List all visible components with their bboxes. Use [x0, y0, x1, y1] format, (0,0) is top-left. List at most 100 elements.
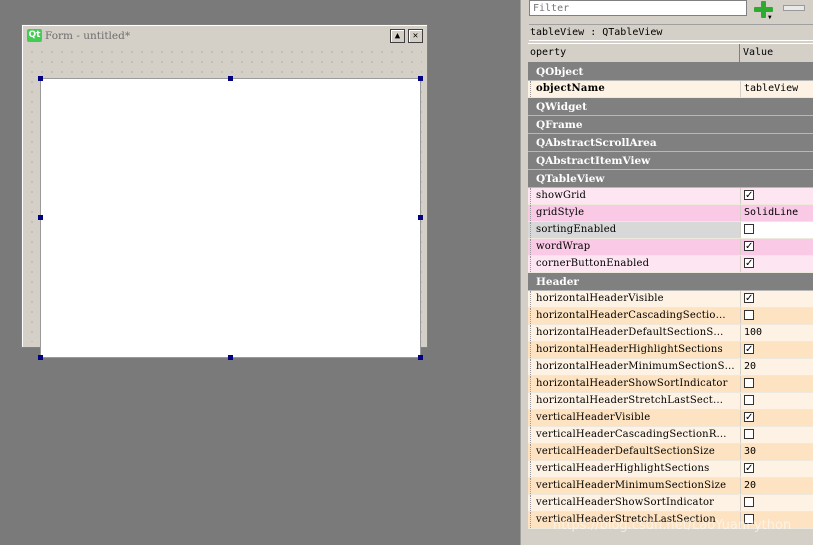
- property-table: operty Value QObject objectName tableView Q…: [528, 43, 813, 529]
- checkbox-checked[interactable]: [744, 461, 754, 477]
- property-group-header[interactable]: QAbstractScrollArea: [528, 134, 813, 152]
- property-group-header[interactable]: QFrame: [528, 116, 813, 134]
- property-value[interactable]: [741, 427, 813, 443]
- checkbox-unchecked[interactable]: [744, 224, 754, 234]
- property-group-header[interactable]: Header: [528, 273, 813, 291]
- qt-logo-icon: Qt: [27, 29, 42, 42]
- checkbox-unchecked[interactable]: [744, 497, 754, 507]
- property-value[interactable]: [741, 393, 813, 409]
- resize-handle-top[interactable]: [228, 76, 233, 81]
- property-group-header[interactable]: QObject: [528, 63, 813, 81]
- property-name: wordWrap: [528, 239, 741, 255]
- resize-handle-left[interactable]: [38, 215, 43, 220]
- property-value[interactable]: [741, 256, 813, 272]
- form-titlebar[interactable]: Qt Form - untitled* ▲ ✕: [24, 27, 425, 45]
- property-row[interactable]: horizontalHeaderDefaultSectionS… 100: [528, 325, 813, 342]
- property-value[interactable]: [741, 291, 813, 307]
- property-name: horizontalHeaderDefaultSectionS…: [528, 325, 741, 341]
- checkbox-checked[interactable]: [744, 410, 754, 426]
- remove-property-button[interactable]: [783, 5, 805, 11]
- resize-handle-right[interactable]: [418, 215, 423, 220]
- property-group-header[interactable]: QWidget: [528, 98, 813, 116]
- checkbox-unchecked[interactable]: [744, 378, 754, 388]
- property-name: objectName: [528, 81, 741, 97]
- checkbox-checked[interactable]: [744, 256, 754, 272]
- property-row[interactable]: horizontalHeaderCascadingSectio…: [528, 308, 813, 325]
- resize-handle-bottom-right[interactable]: [418, 355, 423, 360]
- checkbox-checked[interactable]: [744, 342, 754, 358]
- property-row[interactable]: sortingEnabled: [528, 222, 813, 239]
- property-value[interactable]: 20: [741, 478, 813, 494]
- property-row[interactable]: horizontalHeaderHighlightSections: [528, 342, 813, 359]
- form-canvas[interactable]: [27, 47, 423, 360]
- property-row[interactable]: verticalHeaderMinimumSectionSize 20: [528, 478, 813, 495]
- property-row[interactable]: horizontalHeaderStretchLastSect…: [528, 393, 813, 410]
- property-row[interactable]: verticalHeaderCascadingSectionR…: [528, 427, 813, 444]
- property-editor-dock: ▼ tableView : QTableView operty Value QO…: [520, 0, 813, 545]
- property-row[interactable]: verticalHeaderShowSortIndicator: [528, 495, 813, 512]
- close-button[interactable]: ✕: [408, 29, 423, 43]
- property-table-header: operty Value: [528, 43, 813, 63]
- add-property-button[interactable]: ▼: [753, 0, 775, 21]
- checkbox-unchecked[interactable]: [744, 395, 754, 405]
- restore-button[interactable]: ▲: [390, 29, 405, 43]
- property-row[interactable]: wordWrap: [528, 239, 813, 256]
- watermark: https://blog.csdn.net/LaoYuanPython: [553, 518, 792, 533]
- checkbox-checked[interactable]: [744, 291, 754, 307]
- property-value[interactable]: [741, 239, 813, 255]
- resize-handle-bottom[interactable]: [228, 355, 233, 360]
- property-name: cornerButtonEnabled: [528, 256, 741, 272]
- resize-handle-top-right[interactable]: [418, 76, 423, 81]
- property-value[interactable]: 30: [741, 444, 813, 460]
- property-row[interactable]: horizontalHeaderVisible: [528, 291, 813, 308]
- property-value[interactable]: 20: [741, 359, 813, 375]
- resize-handle-bottom-left[interactable]: [38, 355, 43, 360]
- checkbox-unchecked[interactable]: [744, 429, 754, 439]
- property-value[interactable]: tableView: [741, 81, 813, 97]
- property-rows: QObject objectName tableView QWidget QFrame Q…: [528, 63, 813, 529]
- checkbox-checked[interactable]: [744, 188, 754, 204]
- property-name: horizontalHeaderVisible: [528, 291, 741, 307]
- property-name: horizontalHeaderMinimumSectionS…: [528, 359, 741, 375]
- resize-handle-top-left[interactable]: [38, 76, 43, 81]
- property-row[interactable]: verticalHeaderVisible: [528, 410, 813, 427]
- property-name: verticalHeaderHighlightSections: [528, 461, 741, 477]
- property-value[interactable]: [741, 376, 813, 392]
- checkbox-unchecked[interactable]: [744, 310, 754, 320]
- property-value[interactable]: [741, 188, 813, 204]
- dropdown-arrow-icon: ▼: [768, 14, 772, 21]
- property-group-header[interactable]: QTableView: [528, 170, 813, 188]
- property-value[interactable]: [741, 410, 813, 426]
- property-group-header[interactable]: QAbstractItemView: [528, 152, 813, 170]
- property-value[interactable]: SolidLine: [741, 205, 813, 221]
- property-value[interactable]: 100: [741, 325, 813, 341]
- property-column-header[interactable]: operty: [528, 44, 740, 62]
- property-name: horizontalHeaderHighlightSections: [528, 342, 741, 358]
- property-name: showGrid: [528, 188, 741, 204]
- property-row[interactable]: verticalHeaderDefaultSectionSize 30: [528, 444, 813, 461]
- property-name: horizontalHeaderStretchLastSect…: [528, 393, 741, 409]
- table-view-widget[interactable]: [40, 78, 421, 358]
- checkbox-checked[interactable]: [744, 239, 754, 255]
- property-value[interactable]: [741, 308, 813, 324]
- property-row[interactable]: showGrid: [528, 188, 813, 205]
- property-row[interactable]: objectName tableView: [528, 81, 813, 98]
- value-column-header[interactable]: Value: [740, 44, 813, 62]
- property-name: verticalHeaderDefaultSectionSize: [528, 444, 741, 460]
- property-row[interactable]: cornerButtonEnabled: [528, 256, 813, 273]
- property-row[interactable]: gridStyle SolidLine: [528, 205, 813, 222]
- object-class-label: tableView : QTableView: [529, 24, 813, 41]
- property-value[interactable]: [741, 342, 813, 358]
- form-window[interactable]: Qt Form - untitled* ▲ ✕: [21, 24, 428, 360]
- filter-input[interactable]: [529, 0, 747, 16]
- property-value[interactable]: [741, 461, 813, 477]
- property-row[interactable]: horizontalHeaderShowSortIndicator: [528, 376, 813, 393]
- property-row[interactable]: verticalHeaderHighlightSections: [528, 461, 813, 478]
- property-value[interactable]: [741, 222, 813, 238]
- property-name: horizontalHeaderCascadingSectio…: [528, 308, 741, 324]
- property-name: verticalHeaderMinimumSectionSize: [528, 478, 741, 494]
- property-name: horizontalHeaderShowSortIndicator: [528, 376, 741, 392]
- property-value[interactable]: [741, 495, 813, 511]
- property-row[interactable]: horizontalHeaderMinimumSectionS… 20: [528, 359, 813, 376]
- property-name: verticalHeaderCascadingSectionR…: [528, 427, 741, 443]
